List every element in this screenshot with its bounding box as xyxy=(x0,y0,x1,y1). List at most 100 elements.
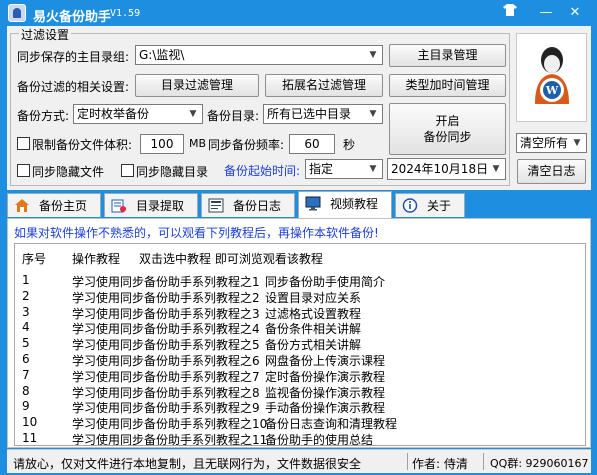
freq-label: 同步备份频率: xyxy=(208,138,285,152)
main-dir-button[interactable]: 主目录管理 xyxy=(389,44,506,67)
main-dir-value: G:\监视\ xyxy=(139,48,185,62)
clear-log-button[interactable]: 清空日志 xyxy=(517,159,586,184)
limit-size-checkbox[interactable] xyxy=(17,137,30,150)
freq-unit: 秒 xyxy=(343,138,356,152)
start-sync-line2: 备份同步 xyxy=(423,130,472,144)
tutorial-panel: 如果对软件操作不熟悉的，可以观看下列教程后，再操作本软件备份! 序号 操作教程 … xyxy=(7,218,591,448)
title-bar: 易火备份助手 V1.59 — ✕ xyxy=(0,0,597,26)
tutorial-list[interactable]: 序号 操作教程 双击选中教程 即可浏览观看该教程 1 学习使用同步备份助手系列教程… xyxy=(14,243,586,446)
tutorial-notice: 如果对软件操作不熟悉的，可以观看下列教程后，再操作本软件备份! xyxy=(14,226,379,240)
list-item[interactable]: 11 学习使用同步备份助手系列教程之11 备份助手的使用总结 xyxy=(15,430,585,446)
sync-hidden-files-checkbox[interactable] xyxy=(17,164,30,177)
backup-mode-select[interactable]: 定时枚举备份 ▼ xyxy=(73,104,203,124)
qq-group-label: QQ群: 929060167 xyxy=(490,457,589,470)
list-item[interactable]: 8 学习使用同步备份助手系列教程之8 监视备份操作演示教程 xyxy=(15,383,585,400)
settings-panel: 过滤设置 同步保存的主目录组: G:\监视\ ▼ 主目录管理 备份过滤的相关设置… xyxy=(7,26,591,190)
tab-backup-home[interactable]: 备份主页 xyxy=(7,193,101,217)
chevron-down-icon: ▼ xyxy=(369,109,377,119)
column-header-hint: 双击选中教程 即可浏览观看该教程 xyxy=(139,252,323,266)
status-separator xyxy=(407,453,408,470)
list-item[interactable]: 2 学习使用同步备份助手系列教程之2 设置目录对应关系 xyxy=(15,288,585,305)
list-item[interactable]: 5 学习使用同步备份助手系列教程之5 备份方式相关讲解 xyxy=(15,335,585,352)
minimize-button[interactable]: — xyxy=(536,3,556,23)
chevron-down-icon: ▼ xyxy=(369,50,377,60)
chevron-down-icon: ▼ xyxy=(492,164,500,174)
start-time-label: 备份起始时间: xyxy=(224,164,301,178)
main-dir-label: 同步保存的主目录组: xyxy=(17,50,130,64)
monitor-icon xyxy=(305,196,321,211)
group-title: 过滤设置 xyxy=(19,26,72,43)
main-dir-select[interactable]: G:\监视\ ▼ xyxy=(135,45,383,65)
info-icon xyxy=(402,198,418,213)
tab-dir-extract[interactable]: 目录提取 xyxy=(104,193,198,217)
avatar: W xyxy=(535,47,569,104)
app-icon xyxy=(8,4,26,22)
limit-size-unit: MB xyxy=(189,137,207,150)
list-item-seq: 5 xyxy=(22,336,30,351)
filter-label: 备份过滤的相关设置: xyxy=(17,80,130,94)
start-date-value: 2024年10月18日 xyxy=(391,162,489,176)
list-item-seq: 9 xyxy=(22,399,30,414)
list-item[interactable]: 4 学习使用同步备份助手系列教程之4 备份条件相关讲解 xyxy=(15,319,585,336)
list-item-seq: 2 xyxy=(22,288,30,303)
list-item-seq: 1 xyxy=(22,273,30,287)
list-item[interactable]: 9 学习使用同步备份助手系列教程之9 手动备份操作演示教程 xyxy=(15,398,585,415)
close-button[interactable]: ✕ xyxy=(565,3,585,23)
dir-filter-button[interactable]: 目录过滤管理 xyxy=(135,74,259,97)
backup-dir-value: 所有已选中目录 xyxy=(267,107,352,121)
log-icon xyxy=(208,198,224,213)
tab-label: 视频教程 xyxy=(330,197,379,211)
tab-label: 关于 xyxy=(427,199,452,213)
freq-input[interactable]: 60 xyxy=(289,134,335,154)
sync-hidden-dirs-checkbox[interactable] xyxy=(121,164,134,177)
list-item-seq: 6 xyxy=(22,352,30,366)
list-item[interactable]: 7 学习使用同步备份助手系列教程之7 定时备份操作演示教程 xyxy=(15,367,585,384)
backup-mode-value: 定时枚举备份 xyxy=(77,107,150,121)
type-time-button[interactable]: 类型加时间管理 xyxy=(389,74,506,97)
skin-icon[interactable] xyxy=(500,3,520,23)
start-sync-button[interactable]: 开启 备份同步 xyxy=(389,103,506,155)
tab-bar: 备份主页 目录提取 备份日志 视频教程 关于 xyxy=(7,190,591,218)
version-label: V1.59 xyxy=(110,8,141,19)
start-date-picker[interactable]: 2024年10月18日 ▼ xyxy=(387,158,506,180)
start-sync-line1: 开启 xyxy=(435,114,460,128)
sync-hidden-dirs-label: 同步隐藏目录 xyxy=(136,165,209,179)
list-item-seq: 11 xyxy=(22,431,38,445)
list-item-seq: 4 xyxy=(22,320,30,335)
svg-text:W: W xyxy=(545,84,559,97)
column-header-seq[interactable]: 序号 xyxy=(22,250,46,267)
limit-size-input[interactable]: 100 xyxy=(140,134,184,154)
status-bar: 请放心，仅对文件进行本地复制，且无联网行为，文件数据很安全 作者: 侍清 QQ群… xyxy=(7,449,591,473)
status-separator xyxy=(483,453,484,470)
limit-size-label: 限制备份文件体积: xyxy=(32,138,133,152)
column-header-op[interactable]: 操作教程 xyxy=(72,250,120,267)
tab-label: 目录提取 xyxy=(136,199,185,213)
list-item[interactable]: 6 学习使用同步备份助手系列教程之6 网盘备份上传演示课程 xyxy=(15,351,585,368)
backup-mode-label: 备份方式: xyxy=(17,109,70,123)
start-time-mode-select[interactable]: 指定 ▼ xyxy=(305,159,383,179)
status-message: 请放心，仅对文件进行本地复制，且无联网行为，文件数据很安全 xyxy=(13,457,362,471)
backup-dir-label: 备份目录: xyxy=(207,109,260,123)
list-item-seq: 10 xyxy=(22,415,38,430)
backup-dir-select[interactable]: 所有已选中目录 ▼ xyxy=(263,104,383,124)
tab-video-tutorial[interactable]: 视频教程 xyxy=(298,191,392,218)
ext-filter-button[interactable]: 拓展名过滤管理 xyxy=(265,74,383,97)
clear-scope-select[interactable]: 清空所有 ▼ xyxy=(516,133,587,153)
chevron-down-icon: ▼ xyxy=(573,138,581,148)
list-item[interactable]: 3 学习使用同步备份助手系列教程之3 过滤格式设置教程 xyxy=(15,304,585,321)
tab-backup-log[interactable]: 备份日志 xyxy=(201,193,295,217)
list-item-desc: 备份助手的使用总结 xyxy=(265,433,374,446)
author-label: 作者: 侍清 xyxy=(412,457,468,471)
chevron-down-icon: ▼ xyxy=(369,164,377,174)
tab-label: 备份日志 xyxy=(233,199,282,213)
list-item-seq: 3 xyxy=(22,304,30,319)
chevron-down-icon: ▼ xyxy=(189,109,197,119)
avatar-frame: W xyxy=(516,33,587,122)
start-time-mode-value: 指定 xyxy=(309,162,334,176)
tab-about[interactable]: 关于 xyxy=(395,193,465,217)
clear-scope-value: 清空所有 xyxy=(520,136,569,150)
folder-list-icon xyxy=(111,199,126,213)
list-item[interactable]: 10 学习使用同步备份助手系列教程之10 备份日志查询和清理教程 xyxy=(15,414,585,431)
list-item[interactable]: 1 学习使用同步备份助手系列教程之1 同步备份助手使用简介 xyxy=(15,272,585,289)
window-title: 易火备份助手 xyxy=(33,10,112,25)
